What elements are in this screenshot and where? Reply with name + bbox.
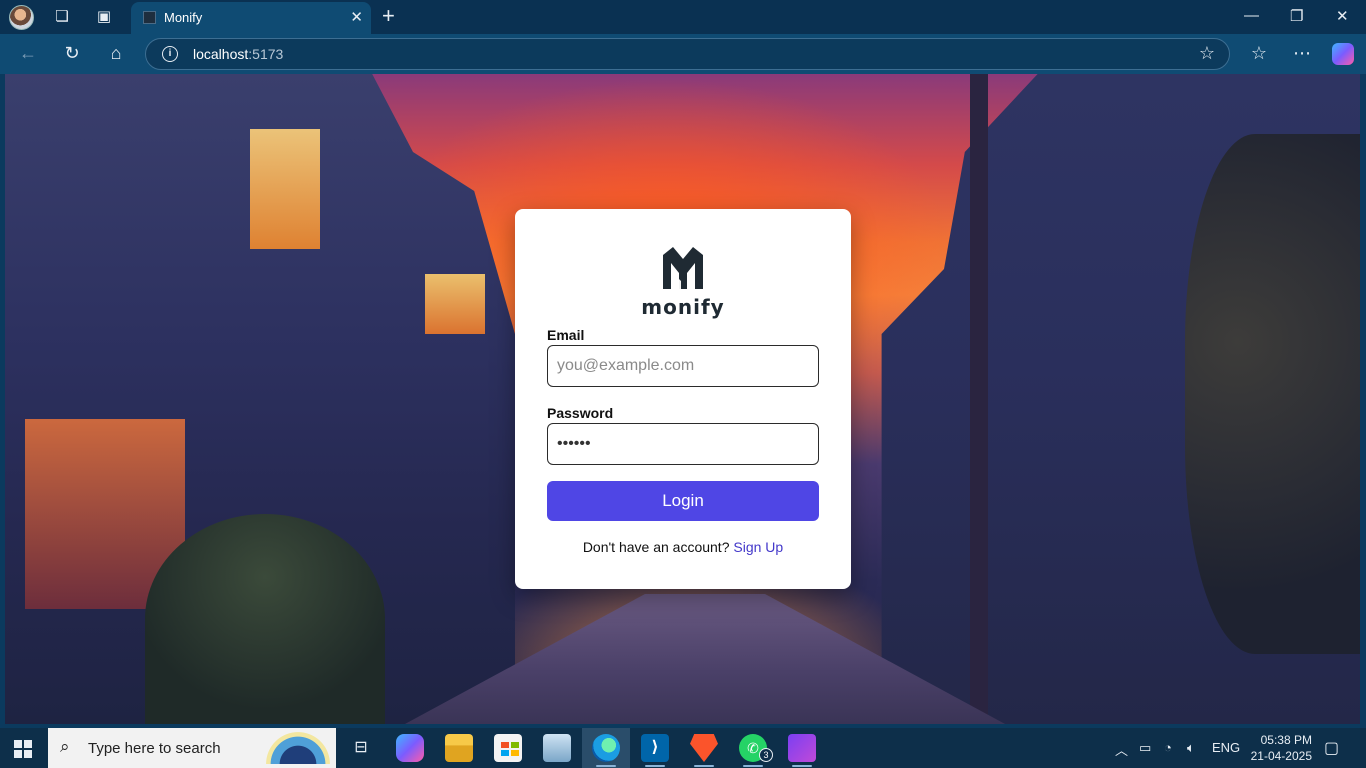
refresh-icon[interactable]: ↻	[60, 43, 84, 63]
favorites-icon[interactable]: ☆	[1247, 43, 1271, 63]
clipchamp-icon[interactable]	[788, 734, 816, 762]
running-indicator	[743, 765, 763, 767]
monify-favicon	[143, 11, 156, 24]
language-indicator[interactable]: ENG	[1212, 740, 1240, 755]
info-icon[interactable]: i	[162, 46, 178, 62]
taskbar-search[interactable]: ⌕ Type here to search	[48, 728, 336, 768]
tab-bar: ❏ ▣ Monify ✕ + — ❐ ✕	[0, 0, 1366, 34]
email-field[interactable]	[547, 345, 819, 387]
running-indicator	[596, 765, 616, 767]
background-bush	[145, 514, 385, 724]
signup-link[interactable]: Sign Up	[733, 539, 783, 555]
background-utility-pole	[970, 74, 988, 724]
url-field[interactable]: i localhost:5173 ☆	[145, 38, 1230, 70]
window-close-icon[interactable]: ✕	[1336, 7, 1349, 25]
back-icon[interactable]: ←	[16, 43, 40, 63]
background-window	[425, 274, 485, 334]
close-icon[interactable]: ✕	[350, 8, 363, 26]
brand-name: monify	[641, 295, 725, 319]
favorite-star-icon[interactable]: ☆	[1199, 43, 1215, 64]
copilot-icon[interactable]	[1332, 43, 1354, 65]
wifi-icon[interactable]: ◔	[1164, 740, 1172, 755]
copilot-taskbar-icon[interactable]	[396, 734, 424, 762]
login-button[interactable]: Login	[547, 481, 819, 521]
notification-icon[interactable]: ▢	[1324, 738, 1339, 758]
taskbar: ⌕ Type here to search ⊟ ⟩ ✆ ︿ ▭ ◔ 🔈︎ ENG…	[0, 728, 1366, 768]
system-clock[interactable]: 05:38 PM 21-04-2025	[1250, 732, 1312, 764]
search-highlight-image	[266, 732, 330, 764]
running-indicator	[645, 765, 665, 767]
tab-monify[interactable]: Monify ✕	[131, 2, 371, 34]
background-window	[250, 129, 320, 249]
running-indicator	[792, 765, 812, 767]
url-text: localhost:5173	[193, 46, 284, 62]
chevron-up-icon[interactable]: ︿	[1115, 740, 1128, 759]
clock-date: 21-04-2025	[1250, 749, 1312, 763]
battery-icon[interactable]: ▭	[1139, 740, 1151, 756]
more-icon[interactable]: ⋯	[1290, 43, 1314, 63]
search-icon: ⌕	[60, 737, 70, 756]
microsoft-store-icon[interactable]	[494, 734, 522, 762]
task-view-icon[interactable]: ⊟	[347, 734, 375, 762]
file-explorer-icon[interactable]	[445, 734, 473, 762]
monify-logo-icon	[663, 247, 703, 289]
photos-icon[interactable]	[543, 734, 571, 762]
volume-icon[interactable]: 🔈︎	[1187, 740, 1195, 756]
signup-prompt: Don't have an account?	[582, 539, 730, 555]
home-icon[interactable]: ⌂	[104, 43, 128, 63]
email-label: Email	[547, 327, 585, 343]
running-indicator	[694, 765, 714, 767]
profile-avatar[interactable]	[9, 5, 34, 30]
tab-actions-icon[interactable]: ▣	[93, 7, 115, 27]
background-tree	[1185, 134, 1360, 654]
brave-icon[interactable]	[690, 734, 718, 762]
login-card: monify Email Password Login Don't have a…	[515, 209, 851, 589]
new-tab-icon[interactable]: +	[382, 5, 395, 27]
search-placeholder: Type here to search	[88, 740, 221, 757]
signup-row: Don't have an account? Sign Up	[515, 539, 851, 555]
minimize-icon[interactable]: —	[1244, 7, 1259, 24]
password-field[interactable]	[547, 423, 819, 465]
vscode-icon[interactable]: ⟩	[641, 734, 669, 762]
tab-title: Monify	[164, 10, 203, 25]
whatsapp-notification-badge: 3	[759, 748, 773, 762]
windows-start-icon[interactable]	[14, 740, 32, 758]
password-label: Password	[547, 405, 614, 421]
clock-time: 05:38 PM	[1260, 733, 1312, 747]
workspaces-icon[interactable]: ❏	[51, 7, 73, 27]
edge-icon[interactable]	[592, 734, 620, 762]
maximize-icon[interactable]: ❐	[1290, 7, 1303, 25]
